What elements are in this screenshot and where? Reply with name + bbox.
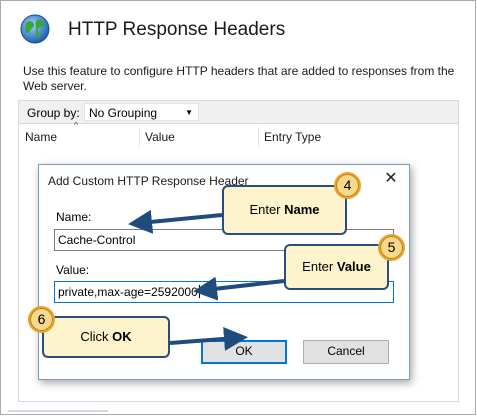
group-by-value: No Grouping <box>89 106 158 120</box>
column-header-entry-type[interactable]: Entry Type <box>264 130 321 144</box>
step-badge-5: 5 <box>378 234 405 261</box>
step-badge-6: 6 <box>28 306 55 333</box>
scrollbar-hint <box>8 410 108 412</box>
globe-icon <box>20 14 50 44</box>
page-description: Use this feature to configure HTTP heade… <box>23 64 455 93</box>
callout-enter-value: Enter Value <box>284 244 389 290</box>
column-divider <box>139 127 140 147</box>
text-caret <box>198 285 200 298</box>
value-label: Value: <box>56 263 90 277</box>
column-header-value[interactable]: Value <box>145 130 175 144</box>
sort-caret-icon: ^ <box>74 120 79 130</box>
cancel-button[interactable]: Cancel <box>303 340 389 364</box>
column-header-name[interactable]: Name <box>25 130 57 144</box>
name-label: Name: <box>56 210 92 224</box>
value-field-value: private,max-age=2592000 <box>58 285 198 299</box>
page-title: HTTP Response Headers <box>68 19 286 40</box>
group-by-toolbar: Group by: No Grouping ▼ <box>18 100 459 124</box>
column-divider <box>258 127 259 147</box>
name-field-value: Cache-Control <box>58 233 136 247</box>
step-badge-4: 4 <box>334 172 361 199</box>
chevron-down-icon: ▼ <box>185 108 193 117</box>
group-by-select[interactable]: No Grouping ▼ <box>84 103 199 121</box>
close-icon[interactable]: ✕ <box>378 167 404 191</box>
group-by-label: Group by: <box>27 106 80 120</box>
callout-enter-name: Enter Name <box>222 185 347 235</box>
callout-click-ok: Click OK <box>42 316 170 358</box>
ok-button[interactable]: OK <box>201 340 287 364</box>
dialog-title: Add Custom HTTP Response Header <box>48 174 249 188</box>
